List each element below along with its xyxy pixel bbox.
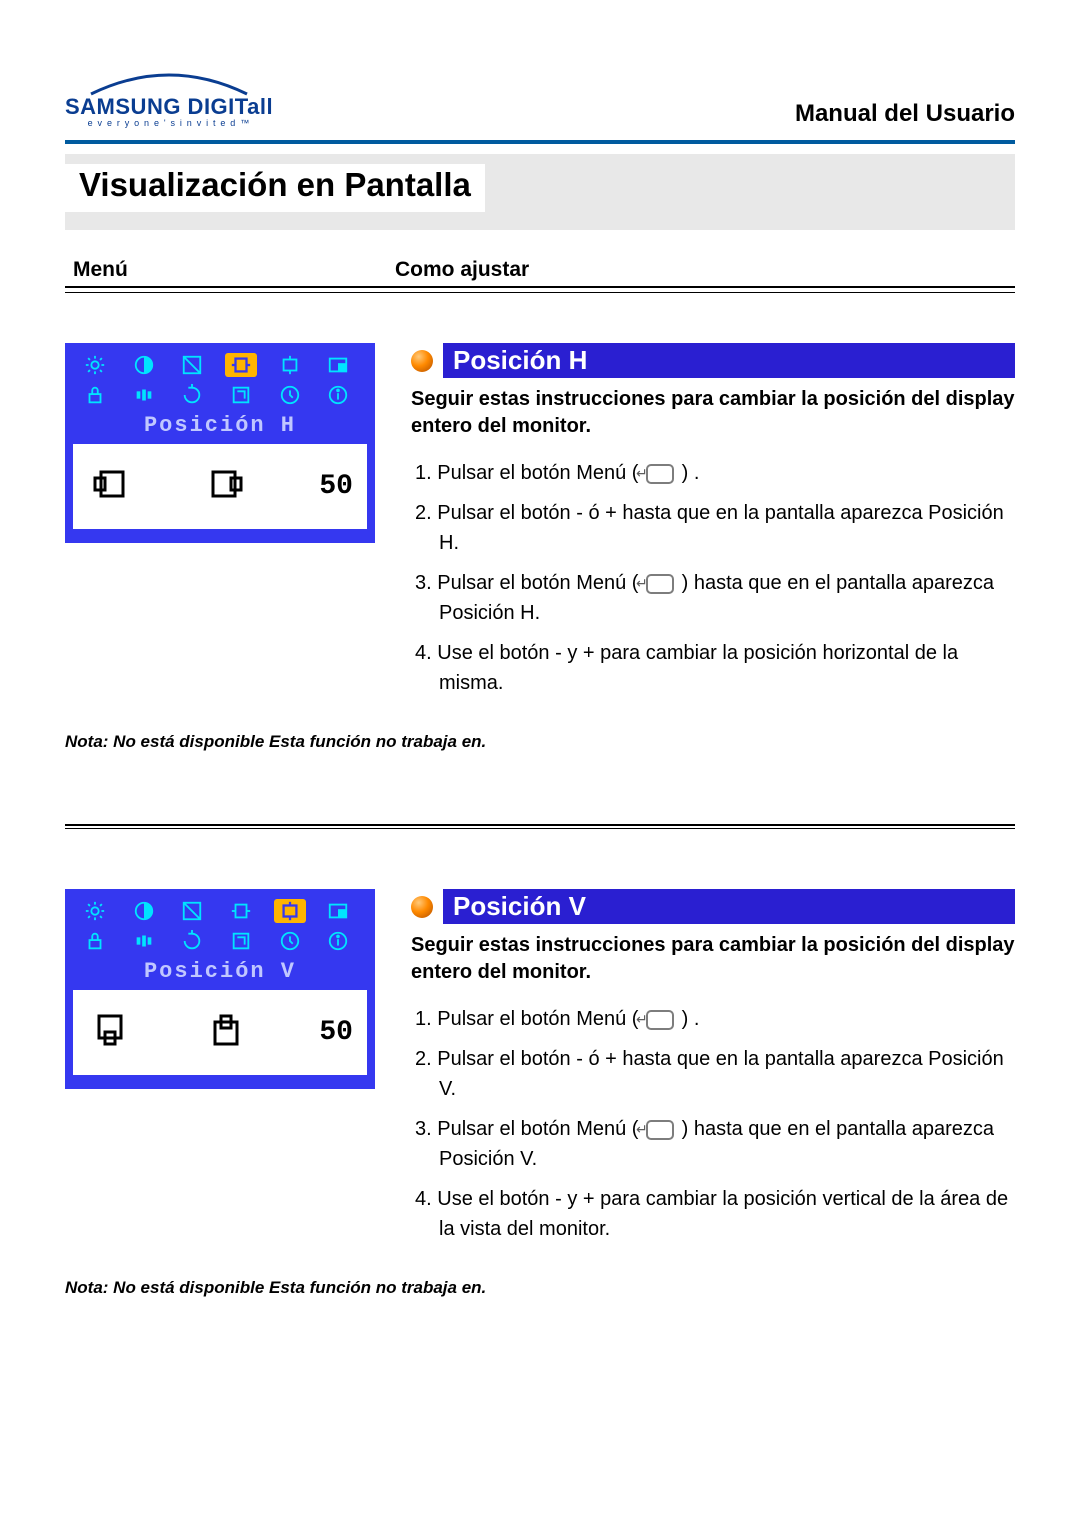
reset-icon — [176, 383, 208, 407]
header: SAMSUNG DIGITall e v e r y o n e ' s i n… — [65, 70, 1015, 128]
pip-icon — [322, 353, 354, 377]
section-title: Posición H — [443, 343, 1015, 378]
note-h: Nota: No está disponible Esta función no… — [65, 732, 1015, 752]
osd-adjust-area: 50 — [73, 990, 367, 1075]
page-title: Visualización en Pantalla — [65, 164, 485, 212]
v-position-icon — [274, 353, 306, 377]
brand-tagline: e v e r y o n e ' s i n v i t e d ™ — [88, 118, 251, 128]
osd-value: 50 — [319, 1017, 353, 1048]
step-4: Use el botón - y + para cambiar la posic… — [415, 638, 1015, 698]
size-icon — [225, 929, 257, 953]
osd-value: 50 — [319, 471, 353, 502]
section-divider — [65, 828, 1015, 829]
step-4: Use el botón - y + para cambiar la posic… — [415, 1184, 1015, 1244]
col-header-menu: Menú — [65, 258, 355, 282]
section-posicion-v: Posición V 50 Posición V Seguir estas in… — [65, 889, 1015, 1254]
step-2: Pulsar el botón - ó + hasta que en la pa… — [415, 498, 1015, 558]
brand-logo: SAMSUNG DIGITall e v e r y o n e ' s i n… — [65, 70, 273, 128]
menu-button-icon: ↵ — [646, 1120, 674, 1140]
contrast-icon — [128, 899, 160, 923]
column-headers: Menú Como ajustar — [65, 258, 1015, 282]
menu-button-icon: ↵ — [646, 574, 674, 594]
step-text: Pulsar el botón Menú ( — [437, 1008, 638, 1030]
shift-right-icon — [203, 466, 249, 507]
step-text: Pulsar el botón Menú ( — [437, 1118, 638, 1140]
section-title-row: Posición H — [411, 343, 1015, 378]
section-posicion-h: Posición H 50 Posición H Seguir estas in… — [65, 343, 1015, 708]
col-header-adjust: Como ajustar — [355, 258, 1015, 282]
clock-icon — [274, 383, 306, 407]
brightness-icon — [79, 353, 111, 377]
step-3: Pulsar el botón Menú ( ↵ ) hasta que en … — [415, 1114, 1015, 1174]
info-icon — [322, 929, 354, 953]
h-position-icon — [225, 899, 257, 923]
shift-up-icon — [203, 1012, 249, 1053]
header-divider — [65, 140, 1015, 144]
osd-label: Posición H — [73, 411, 367, 444]
bullet-icon — [411, 350, 433, 372]
size-icon — [225, 383, 257, 407]
step-text: Pulsar el botón Menú ( — [437, 462, 638, 484]
step-text: ) . — [682, 462, 700, 484]
lock-icon — [79, 383, 111, 407]
shift-left-icon — [87, 466, 133, 507]
lock-icon — [79, 929, 111, 953]
osd-icon-grid — [73, 897, 367, 957]
focus-icon — [176, 353, 208, 377]
step-text: Pulsar el botón Menú ( — [437, 572, 638, 594]
menu-button-icon: ↵ — [646, 464, 674, 484]
osd-label: Posición V — [73, 957, 367, 990]
menu-button-icon: ↵ — [646, 1010, 674, 1030]
brightness-icon — [79, 899, 111, 923]
section-divider — [65, 824, 1015, 826]
step-1: Pulsar el botón Menú ( ↵ ) . — [415, 458, 1015, 488]
osd-panel-v: Posición V 50 — [65, 889, 375, 1089]
volume-icon — [128, 929, 160, 953]
info-icon — [322, 383, 354, 407]
section-title-row: Posición V — [411, 889, 1015, 924]
note-v: Nota: No está disponible Esta función no… — [65, 1278, 1015, 1298]
contrast-icon — [128, 353, 160, 377]
manual-title: Manual del Usuario — [795, 100, 1015, 128]
steps-list: Pulsar el botón Menú ( ↵ ) . Pulsar el b… — [411, 458, 1015, 698]
logo-arc-icon — [89, 70, 249, 96]
osd-panel-h: Posición H 50 — [65, 343, 375, 543]
clock-icon — [274, 929, 306, 953]
shift-down-icon — [87, 1012, 133, 1053]
h-position-icon — [225, 353, 257, 377]
reset-icon — [176, 929, 208, 953]
step-2: Pulsar el botón - ó + hasta que en la pa… — [415, 1044, 1015, 1104]
section-subtitle: Seguir estas instrucciones para cambiar … — [411, 386, 1015, 440]
focus-icon — [176, 899, 208, 923]
brand-text: SAMSUNG DIGITall — [65, 96, 273, 118]
step-3: Pulsar el botón Menú ( ↵ ) hasta que en … — [415, 568, 1015, 628]
step-1: Pulsar el botón Menú ( ↵ ) . — [415, 1004, 1015, 1034]
bullet-icon — [411, 896, 433, 918]
section-subtitle: Seguir estas instrucciones para cambiar … — [411, 932, 1015, 986]
section-v-content: Posición V Seguir estas instrucciones pa… — [411, 889, 1015, 1254]
divider — [65, 292, 1015, 293]
steps-list: Pulsar el botón Menú ( ↵ ) . Pulsar el b… — [411, 1004, 1015, 1244]
section-title: Posición V — [443, 889, 1015, 924]
osd-adjust-area: 50 — [73, 444, 367, 529]
page-title-bar: Visualización en Pantalla — [65, 154, 1015, 230]
divider — [65, 286, 1015, 288]
osd-icon-grid — [73, 351, 367, 411]
step-text: ) . — [682, 1008, 700, 1030]
section-h-content: Posición H Seguir estas instrucciones pa… — [411, 343, 1015, 708]
volume-icon — [128, 383, 160, 407]
v-position-icon — [274, 899, 306, 923]
pip-icon — [322, 899, 354, 923]
